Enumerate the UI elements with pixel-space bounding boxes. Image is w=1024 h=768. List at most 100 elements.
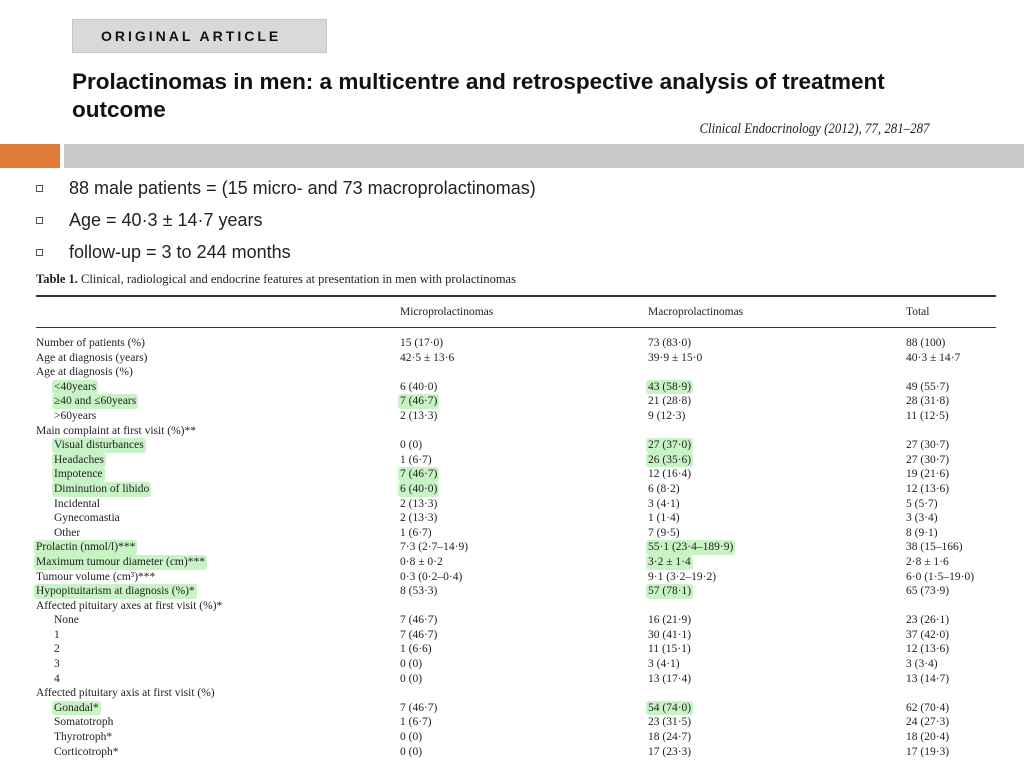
row-label: Main complaint at first visit (%)** — [36, 424, 197, 437]
row-label: Headaches — [52, 452, 106, 468]
divider-bar — [64, 144, 1024, 168]
bullet-item: follow-up = 3 to 244 months — [36, 236, 536, 268]
cell-macro: 23 (31·5) — [648, 716, 692, 729]
cell-macro: 3 (4·1) — [648, 497, 680, 510]
cell-total: 6·0 (1·5–19·0) — [906, 570, 975, 583]
table-caption-text: Clinical, radiological and endocrine fea… — [81, 272, 516, 286]
article-title: Prolactinomas in men: a multicentre and … — [72, 69, 885, 122]
row-label: Age at diagnosis (years) — [36, 351, 148, 364]
square-bullet-icon — [36, 184, 43, 192]
article-type-banner: ORIGINAL ARTICLE — [72, 19, 327, 53]
cell-micro: 7 (46·7) — [398, 467, 440, 482]
cell-micro: 1 (6·6) — [400, 643, 432, 656]
cell-total: 40·3 ± 14·7 — [906, 351, 961, 364]
cell-macro: 30 (41·1) — [648, 628, 692, 641]
table-row: Gynecomastia 2 (13·3) 1 (1·4) 3 (3·4) — [36, 511, 996, 526]
cell-total: 24 (27·3) — [906, 716, 950, 729]
table-row: Number of patients (%) 15 (17·0) 73 (83·0)… — [36, 336, 996, 351]
cell-micro: 0 (0) — [400, 439, 423, 452]
cell-micro: 15 (17·0) — [400, 337, 444, 349]
row-label: Gonadal* — [52, 700, 101, 716]
cell-micro: 7 (46·7) — [400, 614, 438, 627]
table-row: Thyrotroph* 0 (0) 18 (24·7) 18 (20·4) — [36, 730, 996, 745]
table-row: None 7 (46·7) 16 (21·9) 23 (26·1) — [36, 613, 996, 628]
cell-total: 38 (15–166) — [906, 541, 963, 554]
cell-micro: 0 (0) — [400, 731, 423, 744]
row-label: Affected pituitary axes at first visit (… — [36, 599, 223, 612]
table-row: Corticotroph* 0 (0) 17 (23·3) 17 (19·3) — [36, 745, 996, 760]
cell-total: 49 (55·7) — [906, 380, 950, 393]
cell-micro: 1 (6·7) — [400, 716, 432, 729]
table-row: Affected pituitary axes at first visit (… — [36, 599, 996, 614]
cell-total: 2·8 ± 1·6 — [906, 555, 949, 568]
table-row: >60years 2 (13·3) 9 (12·3) 11 (12·5) — [36, 409, 996, 424]
data-table: Number of patients (%) 15 (17·0) 73 (83·0)… — [34, 336, 996, 760]
column-header-micro: Microprolactinomas — [400, 306, 494, 318]
cell-micro: 0·3 (0·2–0·4) — [400, 570, 463, 583]
row-label: 3 — [54, 658, 60, 671]
cell-micro: 8 (53·3) — [400, 585, 438, 598]
row-label: Impotence — [52, 467, 105, 482]
bullet-text: Age = 40·3 ± 14·7 years — [69, 209, 263, 230]
row-label: >60years — [54, 409, 97, 422]
row-label: Prolactin (nmol/l)*** — [34, 540, 138, 555]
table-row: Incidental 2 (13·3) 3 (4·1) 5 (5·7) — [36, 497, 996, 512]
table-row: <40years 6 (40·0) 43 (58·9) 49 (55·7) — [36, 379, 996, 395]
row-label: Incidental — [54, 497, 100, 510]
cell-total: 88 (100) — [906, 337, 946, 349]
table-row: Headaches 1 (6·7) 26 (35·6) 27 (30·7) — [36, 452, 996, 468]
bullet-text: 88 male patients = (15 micro- and 73 mac… — [69, 177, 536, 198]
row-label: Diminution of libido — [52, 481, 152, 497]
cell-micro: 1 (6·7) — [400, 526, 432, 539]
cell-total: 13 (14·7) — [906, 672, 950, 685]
table-row: 4 0 (0) 13 (17·4) 13 (14·7) — [36, 672, 996, 687]
cell-macro: 3·2 ± 1·4 — [646, 554, 693, 570]
table-row: Maximum tumour diameter (cm)*** 0·8 ± 0·2… — [34, 554, 996, 570]
cell-macro: 3 (4·1) — [648, 658, 680, 671]
cell-micro: 0 (0) — [400, 672, 423, 685]
cell-macro: 55·1 (23·4–189·9) — [646, 540, 736, 555]
row-label: Corticotroph* — [54, 745, 119, 758]
cell-macro: 21 (28·8) — [648, 395, 692, 408]
cell-micro: 6 (40·0) — [400, 380, 438, 393]
cell-total: 5 (5·7) — [906, 497, 938, 510]
row-label: ≥40 and ≤60years — [52, 394, 139, 409]
cell-macro: 57 (78·1) — [646, 584, 694, 599]
column-header-macro: Macroprolactinomas — [648, 306, 744, 318]
bullet-list: 88 male patients = (15 micro- and 73 mac… — [36, 172, 536, 268]
row-label: None — [54, 614, 79, 627]
square-bullet-icon — [36, 216, 43, 224]
row-label: <40years — [52, 379, 99, 395]
row-label: 2 — [54, 643, 60, 656]
cell-micro: 6 (40·0) — [398, 481, 440, 497]
table-row: Prolactin (nmol/l)*** 7·3 (2·7–14·9) 55·1 … — [34, 540, 996, 555]
cell-total: 27 (30·7) — [906, 453, 950, 466]
cell-micro: 2 (13·3) — [400, 497, 438, 510]
cell-micro: 2 (13·3) — [400, 512, 438, 525]
cell-macro: 7 (9·5) — [648, 526, 680, 539]
cell-total: 3 (3·4) — [906, 658, 938, 671]
cell-total: 23 (26·1) — [906, 614, 950, 627]
table-row: Affected pituitary axis at first visit (… — [36, 686, 996, 701]
row-label: Other — [54, 526, 81, 539]
row-label: Maximum tumour diameter (cm)*** — [34, 554, 207, 570]
cell-micro: 7·3 (2·7–14·9) — [400, 541, 469, 554]
table-row: Diminution of libido 6 (40·0) 6 (8·2) 12 (1… — [36, 481, 996, 497]
cell-micro: 7 (46·7) — [400, 701, 438, 714]
table-row: Hypopituitarism at diagnosis (%)* 8 (53·3… — [34, 584, 996, 599]
table-row: ≥40 and ≤60years 7 (46·7) 21 (28·8) 28 (31·… — [36, 394, 996, 409]
table-caption-label: Table 1. — [36, 272, 78, 286]
row-label: Hypopituitarism at diagnosis (%)* — [34, 584, 197, 599]
cell-micro: 7 (46·7) — [400, 628, 438, 641]
cell-macro: 18 (24·7) — [648, 731, 692, 744]
row-label: Tumour volume (cm³)*** — [36, 570, 156, 583]
table-row: 1 7 (46·7) 30 (41·1) 37 (42·0) — [36, 628, 996, 643]
row-label: Number of patients (%) — [36, 337, 145, 349]
cell-macro: 6 (8·2) — [648, 482, 680, 495]
journal-citation: Clinical Endocrinology (2012), 77, 281–2… — [698, 121, 929, 137]
cell-total: 62 (70·4) — [906, 701, 950, 714]
row-label: Visual disturbances — [52, 438, 146, 453]
cell-macro: 27 (37·0) — [646, 438, 694, 453]
table-caption: Table 1. Clinical, radiological and endo… — [36, 272, 516, 287]
cell-macro: 9·1 (3·2–19·2) — [648, 570, 717, 583]
